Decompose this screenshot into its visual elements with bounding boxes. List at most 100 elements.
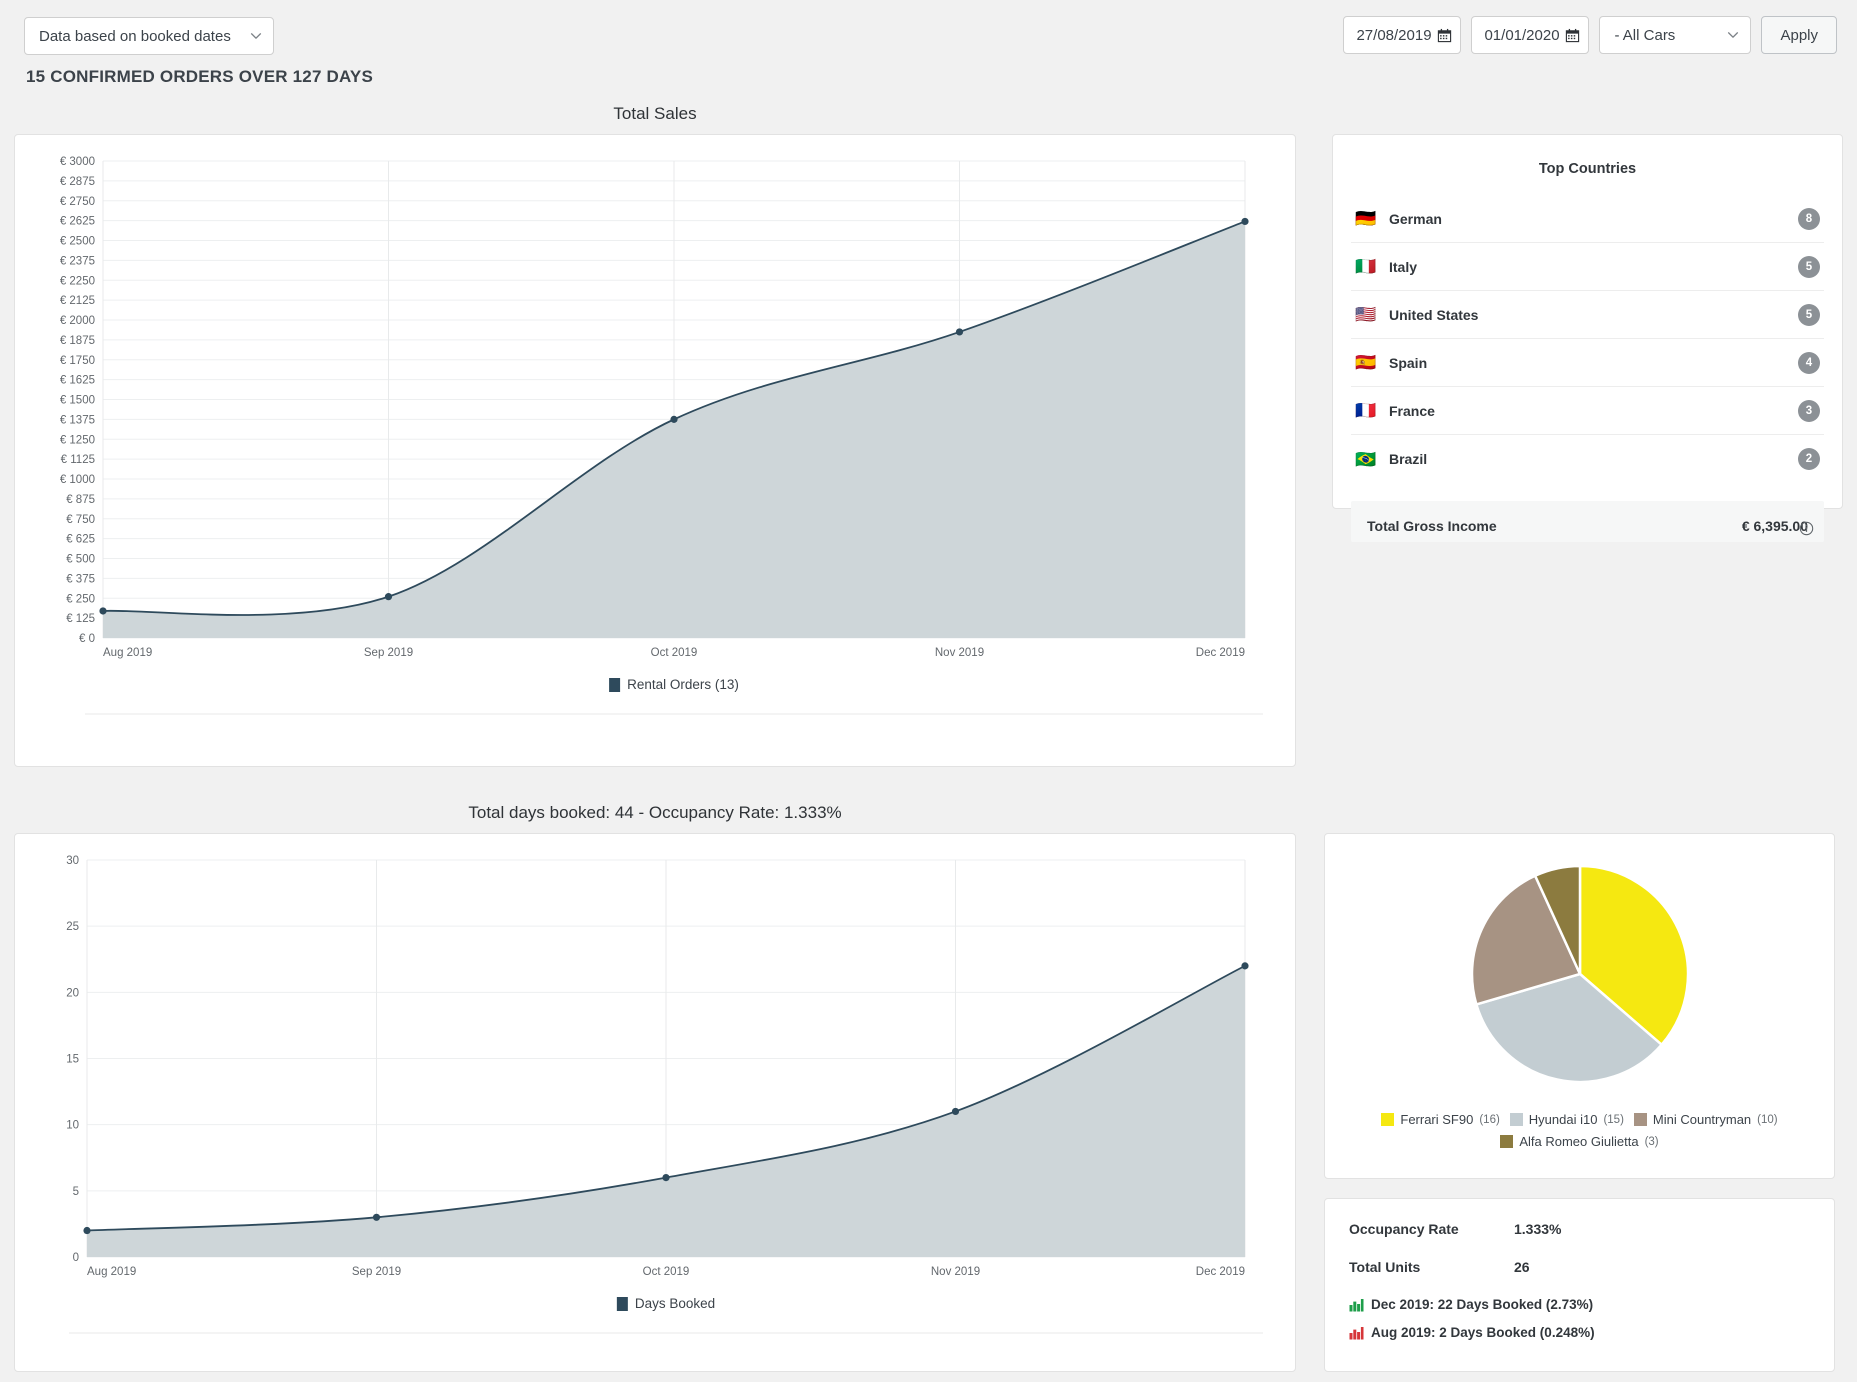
- flag-icon: 🇧🇷: [1355, 451, 1379, 468]
- date-to-field[interactable]: 01/01/2020: [1471, 16, 1589, 54]
- data-point[interactable]: [956, 328, 963, 335]
- legend-label: Rental Orders (13): [627, 677, 739, 692]
- data-point[interactable]: [662, 1174, 669, 1181]
- y-axis-tick-label: € 2750: [60, 196, 95, 208]
- occupancy-stats-card: Occupancy Rate 1.333% Total Units 26 Dec…: [1324, 1198, 1835, 1372]
- total-units-row: Total Units 26: [1349, 1259, 1810, 1275]
- y-axis-tick-label: € 875: [66, 494, 95, 506]
- y-axis-tick-label: € 2000: [60, 315, 95, 327]
- pie-legend-count: (15): [1603, 1114, 1623, 1126]
- occupancy-rate-row: Occupancy Rate 1.333%: [1349, 1221, 1810, 1237]
- dashboard-page: Data based on booked dates 15 Confirmed …: [0, 0, 1857, 1382]
- data-point[interactable]: [952, 1108, 959, 1115]
- top-countries-list: 🇩🇪German8 🇮🇹 Italy 5🇺🇸United States5🇪🇸Spain…: [1351, 195, 1824, 483]
- country-name: German: [1389, 211, 1798, 227]
- legend-swatch: [617, 1297, 628, 1311]
- info-icon[interactable]: [1799, 521, 1814, 536]
- total-sales-plot: € 3000€ 2875€ 2750€ 2625€ 2500€ 2375€ 22…: [15, 135, 1297, 768]
- country-row: 🇺🇸United States5: [1351, 291, 1824, 339]
- days-booked-chart: 302520151050Aug 2019Sep 2019Oct 2019Nov …: [15, 834, 1295, 1371]
- x-axis-tick-label: Nov 2019: [935, 647, 984, 659]
- pie-legend-item[interactable]: Ferrari SF90(16): [1381, 1112, 1499, 1127]
- data-point[interactable]: [1241, 218, 1248, 225]
- x-axis-tick-label: Oct 2019: [651, 647, 698, 659]
- total-sales-title: Total Sales: [14, 104, 1296, 124]
- country-count-badge: 4: [1798, 352, 1820, 374]
- flag-icon: 🇺🇸: [1355, 306, 1379, 323]
- cars-pie-legend: Ferrari SF90(16) Hyundai i10(15) Mini Coun…: [1325, 1112, 1834, 1156]
- worst-month-row: Aug 2019: 2 Days Booked (0.248%): [1349, 1325, 1810, 1340]
- country-row: 🇩🇪German8: [1351, 195, 1824, 243]
- pie-legend-swatch: [1500, 1135, 1513, 1148]
- y-axis-tick-label: € 3000: [60, 156, 95, 168]
- top-countries-card: Top Countries 🇩🇪German8 🇮🇹 Italy 5🇺🇸United …: [1332, 134, 1843, 509]
- pie-legend-swatch: [1381, 1113, 1394, 1126]
- pie-legend-swatch: [1510, 1113, 1523, 1126]
- pie-legend-item[interactable]: Hyundai i10(15): [1510, 1112, 1624, 1127]
- data-source-select[interactable]: Data based on booked dates: [24, 17, 274, 55]
- country-name: Italy: [1389, 259, 1798, 275]
- data-point[interactable]: [373, 1214, 380, 1221]
- bar-chart-up-icon: [1349, 1298, 1364, 1312]
- x-axis-tick-label: Aug 2019: [103, 647, 152, 659]
- cars-pie-chart: [1325, 842, 1836, 1112]
- y-axis-tick-label: € 2375: [60, 255, 95, 267]
- pie-legend-label: Alfa Romeo Giulietta: [1519, 1134, 1638, 1149]
- data-point[interactable]: [385, 593, 392, 600]
- country-count-badge: 5: [1798, 304, 1820, 326]
- legend-label: Days Booked: [635, 1296, 715, 1311]
- y-axis-tick-label: € 1625: [60, 375, 95, 387]
- pie-legend-item[interactable]: Mini Countryman (10): [1634, 1112, 1778, 1127]
- total-gross-income-box: Total Gross Income € 6,395.00: [1351, 501, 1824, 542]
- bar-chart-down-icon: [1349, 1326, 1364, 1340]
- pie-legend-count: (10): [1757, 1114, 1777, 1126]
- country-name: France: [1389, 403, 1798, 419]
- data-point[interactable]: [670, 416, 677, 423]
- apply-button[interactable]: Apply: [1761, 16, 1837, 54]
- x-axis-tick-label: Dec 2019: [1196, 1266, 1245, 1278]
- y-axis-tick-label: € 250: [66, 593, 95, 605]
- pie-legend-item[interactable]: Alfa Romeo Giulietta (3): [1500, 1134, 1658, 1149]
- country-row: 🇫🇷France3: [1351, 387, 1824, 435]
- car-filter-select[interactable]: - All Cars: [1599, 16, 1751, 54]
- y-axis-tick-label: € 2125: [60, 295, 95, 307]
- pie-legend-row: Ferrari SF90(16) Hyundai i10(15) Mini Coun…: [1325, 1112, 1834, 1127]
- toolbar: Data based on booked dates 15 Confirmed …: [0, 0, 1857, 70]
- filter-controls: 27/08/2019 01/01/2020: [1343, 16, 1837, 54]
- calendar-icon[interactable]: [1437, 28, 1452, 43]
- x-axis-tick-label: Sep 2019: [352, 1266, 401, 1278]
- pie-legend-row: Alfa Romeo Giulietta (3): [1325, 1134, 1834, 1149]
- country-count-badge: 8: [1798, 208, 1820, 230]
- days-booked-plot: 302520151050Aug 2019Sep 2019Oct 2019Nov …: [15, 834, 1297, 1373]
- y-axis-tick-label: 10: [66, 1120, 79, 1132]
- total-sales-card: € 3000€ 2875€ 2750€ 2625€ 2500€ 2375€ 22…: [14, 134, 1296, 767]
- flag-icon: 🇮🇹: [1355, 258, 1379, 275]
- occupancy-rate-value: 1.333%: [1514, 1221, 1561, 1237]
- data-point[interactable]: [1241, 962, 1248, 969]
- y-axis-tick-label: 30: [66, 855, 79, 867]
- pie-legend-label: Mini Countryman: [1653, 1112, 1751, 1127]
- x-axis-tick-label: Sep 2019: [364, 647, 413, 659]
- country-row: 🇪🇸Spain4: [1351, 339, 1824, 387]
- best-month-row: Dec 2019: 22 Days Booked (2.73%): [1349, 1297, 1810, 1312]
- pie-legend-label: Ferrari SF90: [1400, 1112, 1473, 1127]
- country-row: 🇧🇷Brazil2: [1351, 435, 1824, 483]
- x-axis-tick-label: Oct 2019: [643, 1266, 690, 1278]
- date-from-field[interactable]: 27/08/2019: [1343, 16, 1461, 54]
- y-axis-tick-label: € 0: [79, 633, 95, 645]
- top-countries-title: Top Countries: [1333, 161, 1842, 177]
- calendar-icon[interactable]: [1565, 28, 1580, 43]
- y-axis-tick-label: € 375: [66, 573, 95, 585]
- y-axis-tick-label: € 1375: [60, 414, 95, 426]
- y-axis-tick-label: € 2500: [60, 236, 95, 248]
- y-axis-tick-label: 20: [66, 987, 79, 999]
- page-title: 15 Confirmed Orders Over 127 Days: [26, 67, 373, 87]
- data-point[interactable]: [99, 607, 106, 614]
- x-axis-tick-label: Nov 2019: [931, 1266, 980, 1278]
- y-axis-tick-label: € 750: [66, 514, 95, 526]
- country-name: Brazil: [1389, 451, 1798, 467]
- occupancy-rate-label: Occupancy Rate: [1349, 1221, 1514, 1237]
- y-axis-tick-label: € 125: [66, 613, 95, 625]
- pie-legend-count: (3): [1645, 1136, 1659, 1148]
- data-point[interactable]: [83, 1227, 90, 1234]
